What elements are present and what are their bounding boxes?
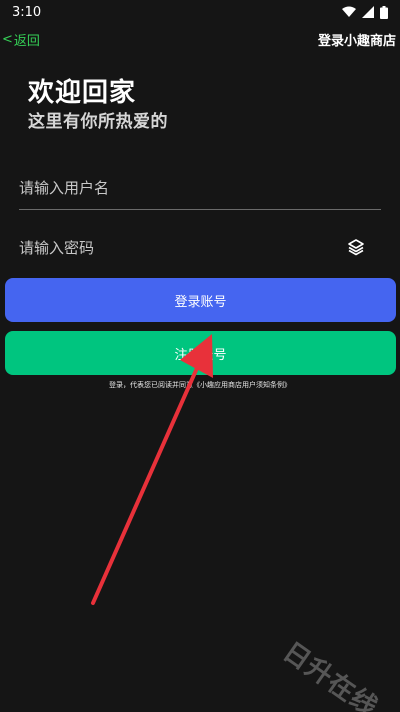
password-visibility-toggle-icon[interactable]	[347, 238, 365, 256]
register-button-label: 注册账号	[174, 347, 227, 363]
back-button[interactable]: < 返回	[2, 30, 40, 49]
username-input[interactable]	[19, 178, 381, 197]
battery-icon	[380, 5, 388, 19]
watermark: 日升在线	[277, 636, 384, 712]
status-bar: 3:10	[0, 0, 400, 24]
agreement-notice[interactable]: 登录，代表您已阅读并同意《小趣应用商店用户须知条例》	[0, 380, 400, 390]
signal-icon	[362, 6, 374, 18]
wifi-icon	[342, 6, 356, 17]
password-field	[19, 226, 381, 270]
password-input[interactable]	[19, 239, 381, 257]
login-button-label: 登录账号	[174, 294, 227, 310]
register-button[interactable]: 注册账号	[5, 331, 396, 375]
back-label: 返回	[13, 33, 40, 49]
page-title: 登录小趣商店	[317, 33, 396, 49]
nav-bar: < 返回 登录小趣商店	[0, 28, 400, 50]
welcome-subtitle: 这里有你所热爱的	[28, 112, 168, 132]
login-button[interactable]: 登录账号	[5, 278, 396, 322]
username-field	[19, 166, 381, 210]
welcome-title: 欢迎回家	[28, 78, 137, 108]
status-icons	[342, 5, 388, 19]
status-time: 3:10	[12, 4, 42, 20]
chevron-left-icon: <	[2, 31, 13, 47]
